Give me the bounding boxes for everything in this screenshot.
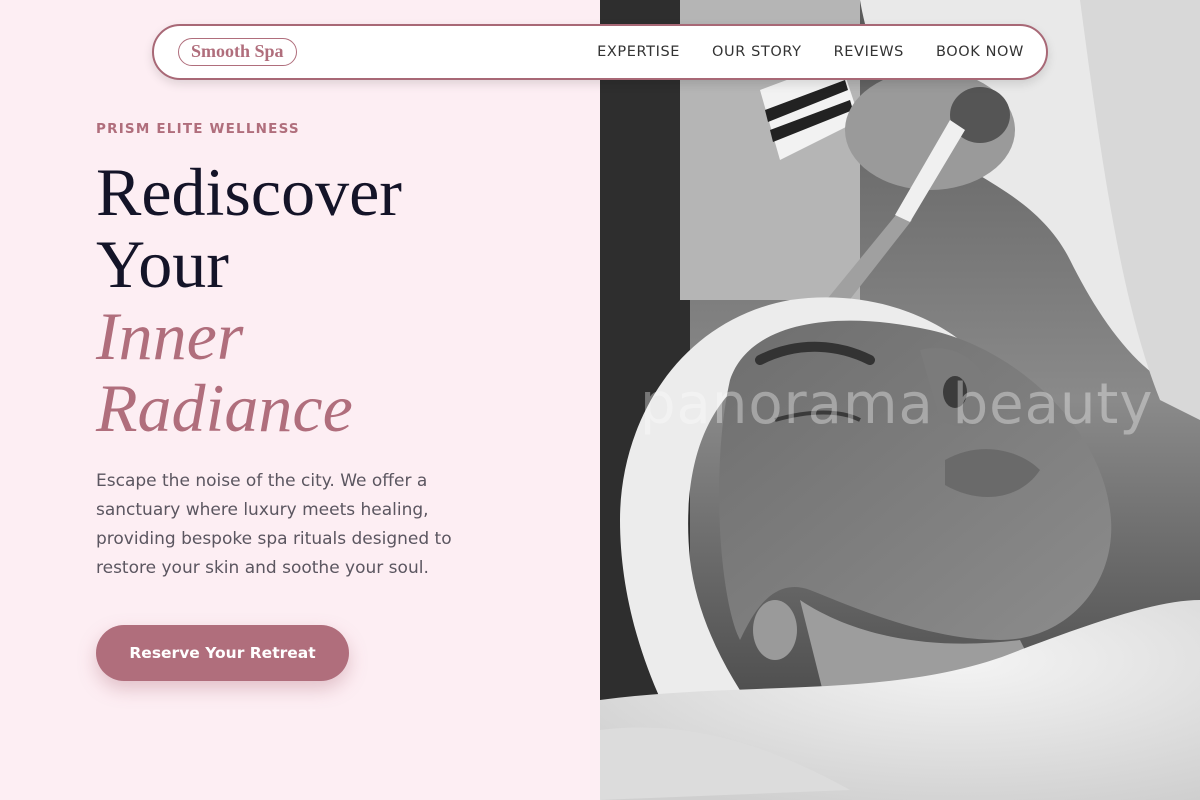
top-navigation: Smooth Spa EXPERTISE OUR STORY REVIEWS B… [152,24,1048,80]
nav-item-book-now[interactable]: BOOK NOW [936,44,1024,60]
hero-text-panel: PRISM ELITE WELLNESS Rediscover Your Inn… [0,0,600,800]
nav-item-our-story[interactable]: OUR STORY [712,44,802,60]
headline-accent-2: Radiance [96,370,353,446]
nav-links: EXPERTISE OUR STORY REVIEWS BOOK NOW [597,26,1024,78]
hero-description: Escape the noise of the city. We offer a… [96,471,452,578]
image-watermark: panorama beauty [640,372,1154,437]
reserve-button[interactable]: Reserve Your Retreat [96,625,349,681]
headline-line-1: Rediscover [96,154,402,230]
page: PRISM ELITE WELLNESS Rediscover Your Inn… [0,0,1200,800]
hero-eyebrow: PRISM ELITE WELLNESS [96,121,300,137]
nav-item-expertise[interactable]: EXPERTISE [597,44,680,60]
headline-line-2: Your [96,226,229,302]
nav-item-reviews[interactable]: REVIEWS [834,44,904,60]
headline-accent-1: Inner [96,298,244,374]
brand-logo[interactable]: Smooth Spa [178,38,297,66]
hero-image: panorama beauty [600,0,1200,800]
hero-headline: Rediscover Your Inner Radiance [96,156,402,444]
